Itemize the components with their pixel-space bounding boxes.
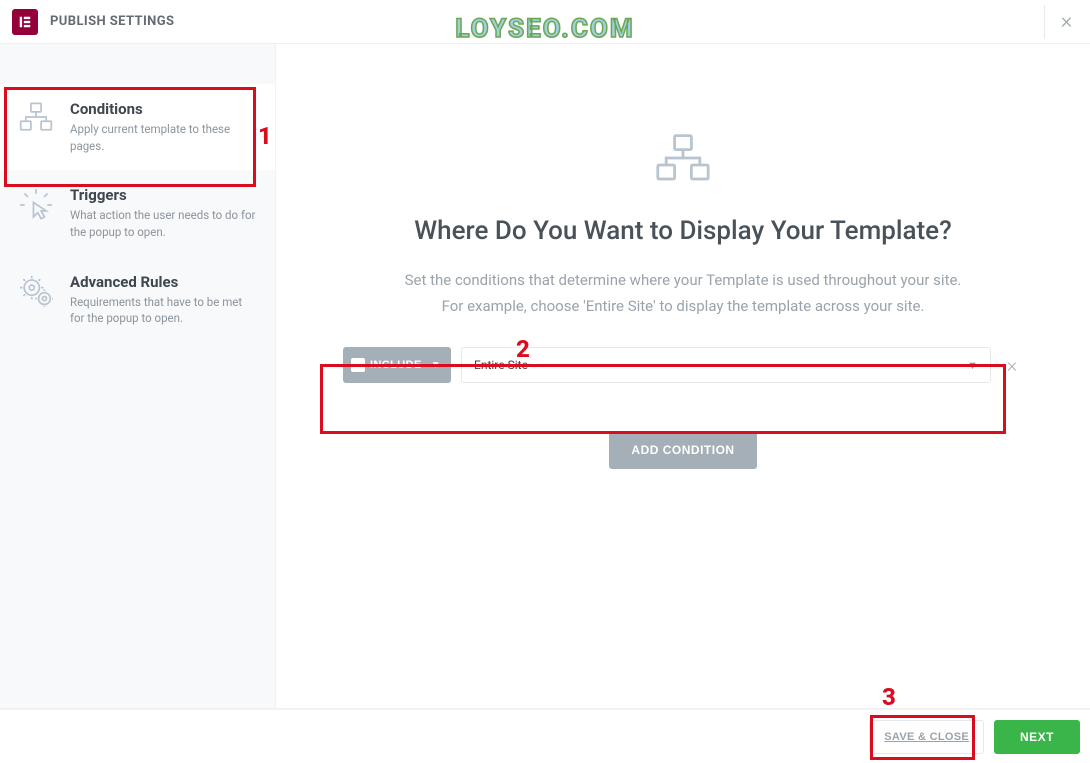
- steps-sidebar: Conditions Apply current template to the…: [0, 44, 276, 708]
- include-toggle[interactable]: − INCLUDE ▼: [343, 347, 451, 383]
- step-desc: Requirements that have to be met for the…: [70, 294, 257, 327]
- brand-logo: [12, 9, 38, 35]
- header-bar: PUBLISH SETTINGS ×: [0, 0, 1090, 44]
- step-desc: Apply current template to these pages.: [70, 121, 257, 154]
- condition-scope-select[interactable]: Entire Site ▼: [461, 347, 991, 383]
- next-button[interactable]: NEXT: [994, 720, 1080, 754]
- step-title: Conditions: [70, 100, 257, 118]
- elementor-icon: [18, 15, 32, 29]
- step-triggers[interactable]: Triggers What action the user needs to d…: [0, 170, 275, 256]
- main-panel: Where Do You Want to Display Your Templa…: [276, 44, 1090, 708]
- caret-down-icon: ▼: [431, 360, 441, 371]
- sub-line-2: For example, choose 'Entire Site' to dis…: [442, 297, 925, 315]
- select-value: Entire Site: [474, 358, 528, 372]
- close-icon: ×: [1007, 353, 1017, 377]
- save-and-close-button[interactable]: SAVE & CLOSE: [869, 720, 984, 754]
- step-title: Triggers: [70, 186, 257, 204]
- caret-down-icon: ▼: [967, 359, 978, 372]
- hero-sitemap-icon: [655, 134, 711, 186]
- step-title: Advanced Rules: [70, 273, 257, 291]
- gears-icon: [19, 275, 53, 307]
- main-heading: Where Do You Want to Display Your Templa…: [414, 216, 951, 246]
- main-subheading: Set the conditions that determine where …: [405, 268, 962, 319]
- dialog-footer: SAVE & CLOSE NEXT: [0, 709, 1090, 763]
- sitemap-icon: [19, 102, 53, 132]
- click-icon: [19, 188, 53, 222]
- dialog-title: PUBLISH SETTINGS: [50, 14, 174, 29]
- add-condition-button[interactable]: ADD CONDITION: [609, 431, 756, 469]
- close-icon: ×: [1061, 9, 1073, 34]
- close-button[interactable]: ×: [1044, 5, 1078, 39]
- include-label: INCLUDE: [370, 359, 422, 371]
- step-conditions[interactable]: Conditions Apply current template to the…: [0, 84, 275, 170]
- condition-row: − INCLUDE ▼ Entire Site ▼ ×: [343, 347, 1023, 383]
- step-advanced-rules[interactable]: Advanced Rules Requirements that have to…: [0, 257, 275, 343]
- include-indicator-icon: −: [351, 358, 365, 372]
- sub-line-1: Set the conditions that determine where …: [405, 271, 962, 289]
- step-desc: What action the user needs to do for the…: [70, 207, 257, 240]
- remove-condition-button[interactable]: ×: [1001, 354, 1023, 376]
